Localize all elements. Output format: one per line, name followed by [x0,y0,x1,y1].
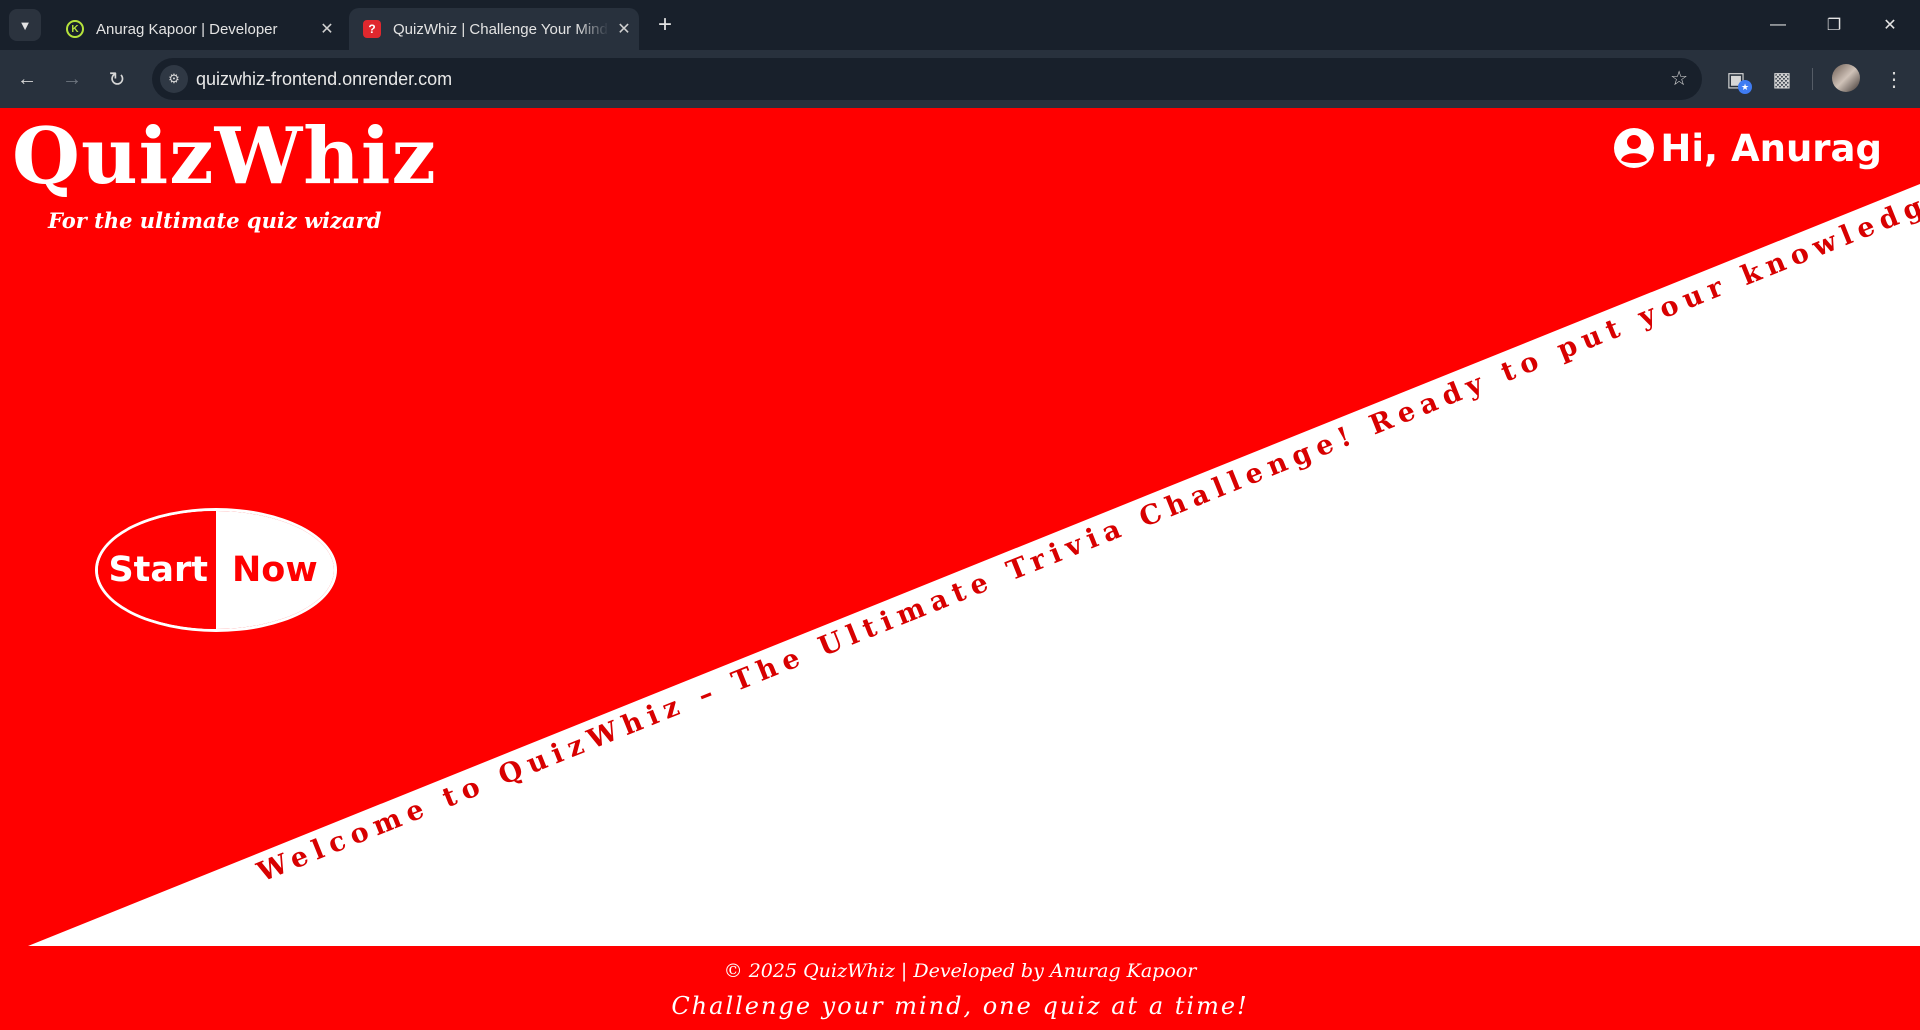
new-tab-button[interactable]: + [650,10,680,40]
extensions-button[interactable]: ▩ [1766,63,1798,95]
page-footer: © 2025 QuizWhiz | Developed by Anurag Ka… [0,946,1920,1030]
reload-button[interactable]: ↻ [101,63,133,95]
tab-quizwhiz[interactable]: ? QuizWhiz | Challenge Your Mind ✕ [349,8,639,50]
forward-button[interactable]: → [56,63,88,95]
url-text[interactable]: quizwhiz-frontend.onrender.com [196,69,452,90]
puzzle-icon: ▩ [1772,68,1792,91]
close-icon[interactable]: ✕ [609,19,639,39]
back-button[interactable]: ← [11,63,43,95]
address-bar[interactable]: ⚙ quizwhiz-frontend.onrender.com ☆ [152,58,1702,100]
close-icon[interactable]: ✕ [312,19,342,39]
tab-title: QuizWhiz | Challenge Your Mind [393,20,608,38]
bookmark-star-icon[interactable]: ☆ [1670,66,1688,91]
close-window-button[interactable]: ✕ [1862,0,1918,50]
tab-search-button[interactable]: ▼ [9,9,41,41]
tab-developer[interactable]: K Anurag Kapoor | Developer ✕ [52,8,342,50]
developer-logo-icon: K [66,20,84,38]
browser-menu-button[interactable]: ⋮ [1878,63,1910,95]
toolbar-divider [1812,68,1813,90]
plus-icon: + [657,11,672,38]
chevron-down-icon: ▼ [18,17,32,33]
tab-title: Anurag Kapoor | Developer [96,20,278,38]
footer-copyright: © 2025 QuizWhiz | Developed by Anurag Ka… [723,960,1197,982]
minimize-button[interactable]: — [1750,0,1806,50]
welcome-text: Welcome to QuizWhiz – The Ultimate Trivi… [252,108,1920,889]
badge-icon: ★ [1738,80,1752,94]
question-icon: ? [363,20,381,38]
kebab-menu-icon: ⋮ [1884,68,1904,91]
close-icon: ✕ [1883,17,1897,34]
footer-slogan: Challenge your mind, one quiz at a time! [671,992,1249,1020]
reload-icon: ↻ [108,68,126,91]
arrow-right-icon: → [62,67,82,90]
quizwhiz-page: QuizWhiz For the ultimate quiz wizard Hi… [0,108,1920,1030]
browser-tab-bar: ▼ K Anurag Kapoor | Developer ✕ ? QuizWh… [0,0,1920,50]
profile-avatar[interactable] [1832,64,1860,92]
arrow-left-icon: ← [17,67,37,90]
start-now-button[interactable]: Start Now [95,508,337,632]
restore-icon: ❐ [1826,17,1842,34]
site-info-icon[interactable]: ⚙ [160,65,188,93]
browser-toolbar: ← → ↻ ⚙ quizwhiz-frontend.onrender.com ☆… [0,50,1920,108]
minimize-icon: — [1770,16,1786,33]
restore-button[interactable]: ❐ [1806,0,1862,50]
